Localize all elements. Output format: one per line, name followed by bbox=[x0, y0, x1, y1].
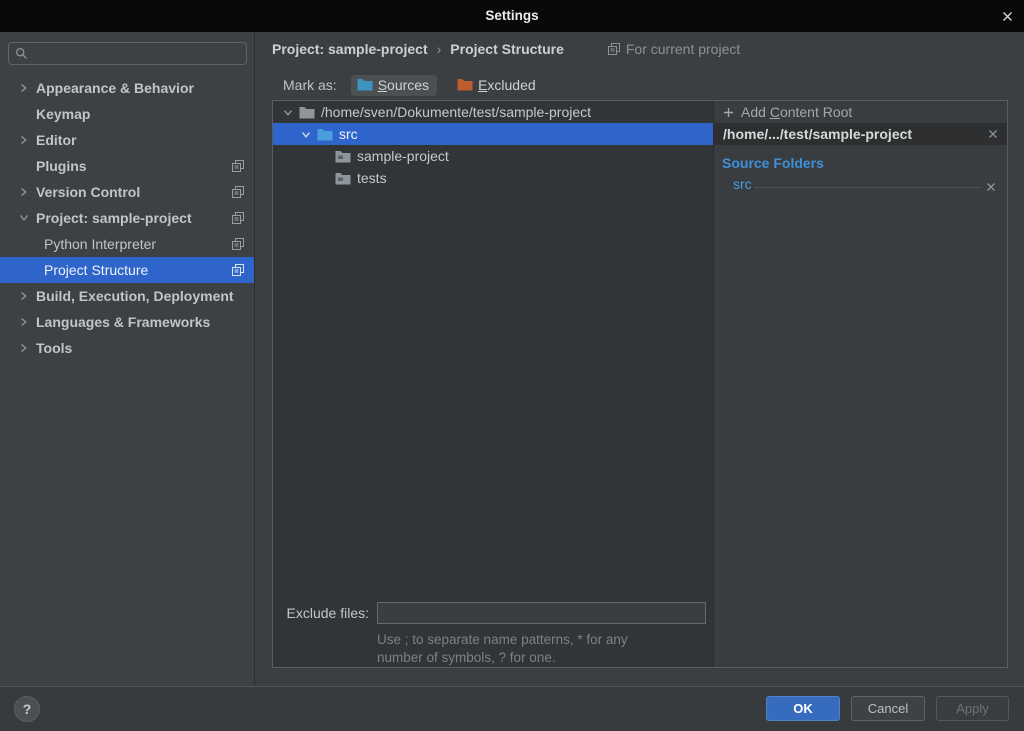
sidebar-item-label: Languages & Frameworks bbox=[36, 314, 210, 330]
mark-as-excluded-button[interactable]: Excluded bbox=[451, 75, 544, 96]
tree-row-sample-project[interactable]: sample-project bbox=[273, 145, 713, 167]
mark-as-label: Mark as: bbox=[283, 77, 337, 93]
sidebar-item-label: Plugins bbox=[36, 158, 87, 174]
mark-as-sources-button[interactable]: Sources bbox=[351, 75, 437, 96]
exclude-files-label: Exclude files: bbox=[273, 605, 369, 621]
tree-row-label: tests bbox=[357, 170, 387, 186]
source-folder-icon bbox=[317, 128, 333, 141]
exclude-files-input[interactable] bbox=[377, 602, 706, 624]
sidebar-item-label: Build, Execution, Deployment bbox=[36, 288, 234, 304]
tree-row-label: sample-project bbox=[357, 148, 449, 164]
source-folder-icon bbox=[357, 78, 373, 91]
add-content-root-button[interactable]: Add Content Root bbox=[714, 101, 1007, 123]
chevron-down-icon[interactable] bbox=[282, 108, 294, 117]
breadcrumb-page: Project Structure bbox=[450, 41, 564, 57]
per-project-icon bbox=[232, 212, 244, 224]
sidebar-item-label: Editor bbox=[36, 132, 76, 148]
sidebar-item-python-interpreter[interactable]: Python Interpreter bbox=[0, 231, 254, 257]
chevron-down-icon[interactable] bbox=[300, 130, 312, 139]
breadcrumb-project[interactable]: Project: sample-project bbox=[272, 41, 428, 57]
chevron-down-icon bbox=[19, 213, 29, 222]
scope-note-label: For current project bbox=[626, 41, 740, 57]
settings-search-box[interactable] bbox=[8, 42, 247, 65]
exclude-files-section: Exclude files: Use ; to separate name pa… bbox=[273, 602, 713, 667]
sidebar-item-editor[interactable]: Editor bbox=[0, 127, 254, 153]
sidebar-item-label: Python Interpreter bbox=[44, 236, 156, 252]
chevron-right-icon bbox=[19, 187, 28, 197]
settings-sidebar: Appearance & Behavior Keymap Editor Plug… bbox=[0, 32, 255, 686]
sidebar-item-label: Tools bbox=[36, 340, 72, 356]
source-folder-name: src bbox=[733, 176, 752, 192]
dotted-leader bbox=[755, 187, 981, 188]
folder-icon bbox=[335, 150, 351, 163]
sidebar-item-tools[interactable]: Tools bbox=[0, 335, 254, 361]
sidebar-item-project-sample-project[interactable]: Project: sample-project bbox=[0, 205, 254, 231]
sidebar-item-label: Appearance & Behavior bbox=[36, 80, 194, 96]
per-project-icon bbox=[232, 186, 244, 198]
dialog-footer: ? OK Cancel Apply bbox=[0, 686, 1024, 731]
search-icon bbox=[15, 47, 28, 60]
exclude-files-hint: Use ; to separate name patterns, * for a… bbox=[377, 631, 707, 667]
sidebar-item-plugins[interactable]: Plugins bbox=[0, 153, 254, 179]
sidebar-item-label: Project Structure bbox=[44, 262, 148, 278]
per-project-icon bbox=[232, 264, 244, 276]
tree-row-content-root[interactable]: /home/sven/Dokumente/test/sample-project bbox=[273, 101, 713, 123]
remove-source-folder-button[interactable] bbox=[986, 182, 996, 192]
folder-icon bbox=[335, 172, 351, 185]
per-project-icon bbox=[232, 160, 244, 172]
breadcrumb-separator: › bbox=[437, 41, 442, 57]
help-button[interactable]: ? bbox=[14, 696, 40, 722]
chevron-right-icon bbox=[19, 135, 28, 145]
sidebar-item-languages-frameworks[interactable]: Languages & Frameworks bbox=[0, 309, 254, 335]
mark-as-sources-label: Sources bbox=[378, 77, 429, 93]
close-button[interactable] bbox=[998, 7, 1016, 25]
tree-row-src[interactable]: src bbox=[273, 123, 713, 145]
sidebar-item-label: Version Control bbox=[36, 184, 140, 200]
ok-button[interactable]: OK bbox=[766, 696, 840, 721]
source-folder-entry-src[interactable]: src bbox=[733, 176, 996, 192]
breadcrumb: Project: sample-project › Project Struct… bbox=[272, 40, 740, 58]
titlebar: Settings bbox=[0, 0, 1024, 32]
search-input[interactable] bbox=[33, 46, 246, 61]
sidebar-item-version-control[interactable]: Version Control bbox=[0, 179, 254, 205]
chevron-right-icon bbox=[19, 317, 28, 327]
sidebar-item-label: Project: sample-project bbox=[36, 210, 192, 226]
apply-button[interactable]: Apply bbox=[936, 696, 1009, 721]
tree-row-label: src bbox=[339, 126, 358, 142]
mark-as-excluded-label: Excluded bbox=[478, 77, 536, 93]
source-folders-heading: Source Folders bbox=[722, 155, 1007, 171]
cancel-button[interactable]: Cancel bbox=[851, 696, 925, 721]
sidebar-item-appearance-behavior[interactable]: Appearance & Behavior bbox=[0, 75, 254, 101]
sidebar-item-keymap[interactable]: Keymap bbox=[0, 101, 254, 127]
close-icon bbox=[1002, 11, 1013, 22]
content-root-tree: /home/sven/Dokumente/test/sample-project… bbox=[273, 101, 713, 667]
window-title: Settings bbox=[0, 0, 1024, 32]
mark-as-toolbar: Mark as: Sources Excluded bbox=[283, 73, 544, 97]
plus-icon bbox=[723, 107, 734, 118]
chevron-right-icon bbox=[19, 291, 28, 301]
sidebar-item-build-execution-deployment[interactable]: Build, Execution, Deployment bbox=[0, 283, 254, 309]
content-root-entry[interactable]: /home/.../test/sample-project bbox=[714, 123, 1007, 145]
tree-row-tests[interactable]: tests bbox=[273, 167, 713, 189]
tree-row-label: /home/sven/Dokumente/test/sample-project bbox=[321, 104, 591, 120]
folder-icon bbox=[299, 106, 315, 119]
settings-nav: Appearance & Behavior Keymap Editor Plug… bbox=[0, 75, 254, 361]
x-icon bbox=[986, 182, 996, 192]
per-project-icon bbox=[232, 238, 244, 250]
x-icon bbox=[988, 129, 998, 139]
chevron-right-icon bbox=[19, 83, 28, 93]
content-root-path: /home/.../test/sample-project bbox=[723, 126, 912, 142]
project-structure-panel: /home/sven/Dokumente/test/sample-project… bbox=[272, 100, 1008, 668]
content-root-details-pane: Add Content Root /home/.../test/sample-p… bbox=[713, 101, 1007, 667]
screens-icon bbox=[608, 43, 620, 55]
chevron-right-icon bbox=[19, 343, 28, 353]
sidebar-item-label: Keymap bbox=[36, 106, 90, 122]
excluded-folder-icon bbox=[457, 78, 473, 91]
scope-note: For current project bbox=[608, 41, 740, 57]
add-content-root-label: Add Content Root bbox=[741, 104, 852, 120]
remove-content-root-button[interactable] bbox=[988, 129, 998, 139]
sidebar-item-project-structure[interactable]: Project Structure bbox=[0, 257, 254, 283]
